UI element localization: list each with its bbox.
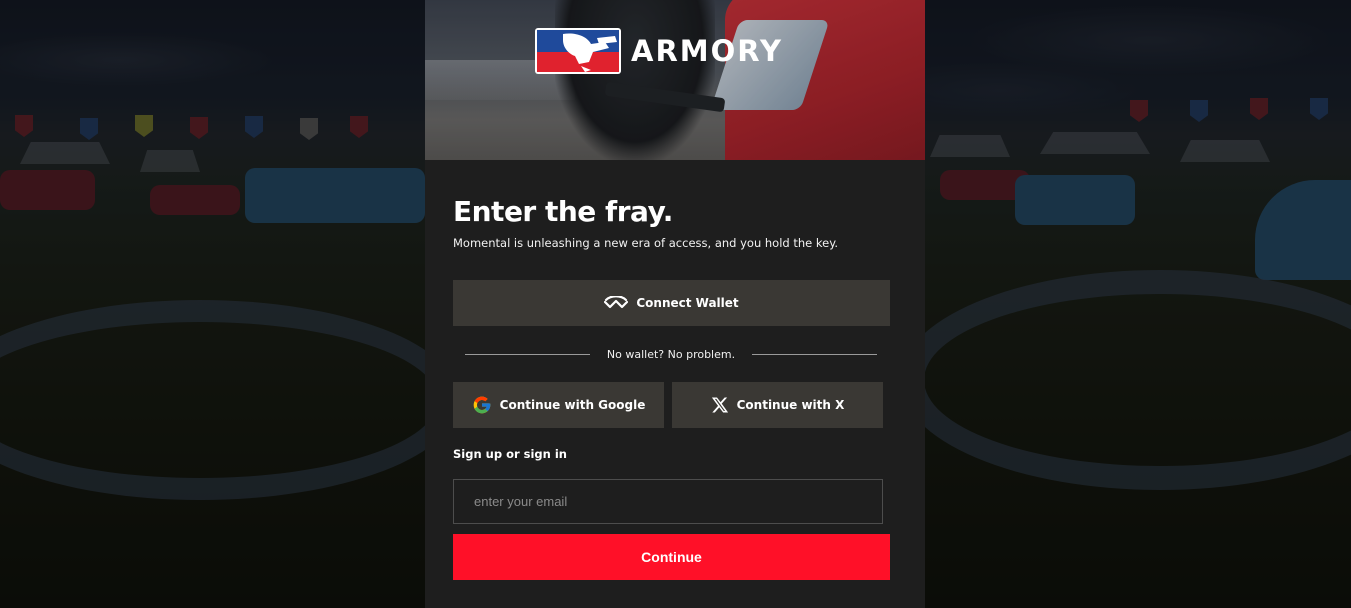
google-button-label: Continue with Google bbox=[499, 398, 646, 412]
continue-with-x-button[interactable]: Continue with X bbox=[672, 382, 883, 428]
hero-shade bbox=[425, 0, 925, 160]
brand-name: ARMORY bbox=[631, 34, 784, 68]
google-icon bbox=[472, 395, 492, 415]
divider: No wallet? No problem. bbox=[465, 348, 877, 362]
brand-logo: ARMORY bbox=[535, 28, 783, 74]
armory-paintball-logo-icon bbox=[535, 28, 621, 74]
signin-label: Sign up or sign in bbox=[453, 447, 567, 461]
login-panel: ARMORY Enter the fray. Momental is unlea… bbox=[425, 0, 925, 608]
x-logo-icon bbox=[711, 396, 729, 414]
page-subtitle: Momental is unleashing a new era of acce… bbox=[453, 236, 839, 250]
continue-button[interactable]: Continue bbox=[453, 534, 890, 580]
hero-image: ARMORY bbox=[425, 0, 925, 160]
continue-with-google-button[interactable]: Continue with Google bbox=[453, 382, 664, 428]
connect-wallet-button[interactable]: Connect Wallet bbox=[453, 280, 890, 326]
page-title: Enter the fray. bbox=[453, 195, 673, 228]
divider-line-right bbox=[752, 354, 877, 355]
email-input[interactable] bbox=[453, 479, 883, 524]
connect-wallet-label: Connect Wallet bbox=[636, 296, 739, 310]
walletconnect-icon bbox=[604, 296, 629, 310]
x-button-label: Continue with X bbox=[736, 398, 845, 412]
continue-button-label: Continue bbox=[641, 549, 702, 565]
